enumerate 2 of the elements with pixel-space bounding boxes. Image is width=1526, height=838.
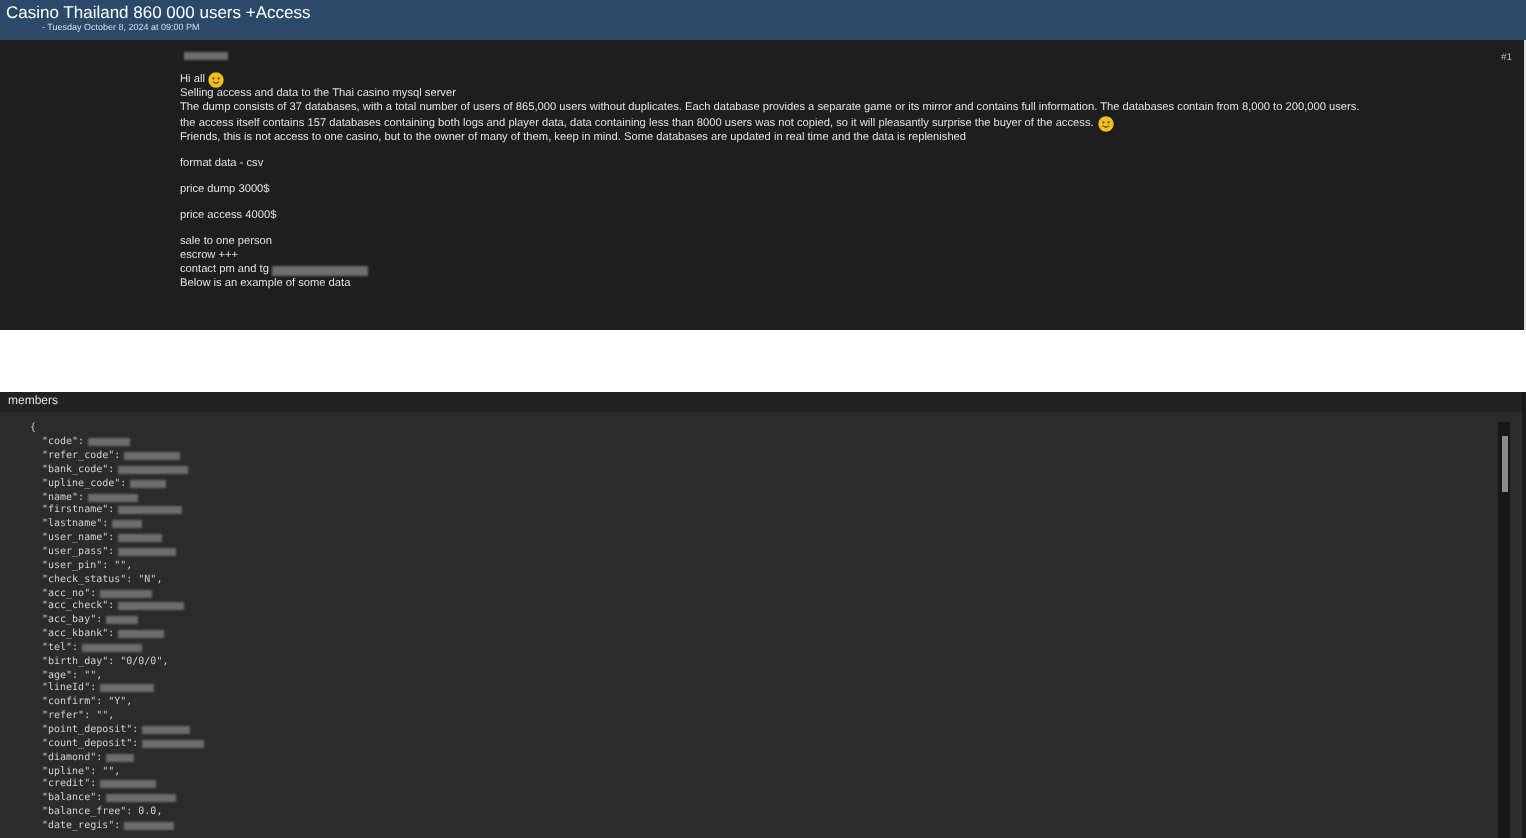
scrollbar[interactable] xyxy=(1498,422,1510,838)
thread-title: Casino Thailand 860 000 users +Access xyxy=(6,2,311,22)
